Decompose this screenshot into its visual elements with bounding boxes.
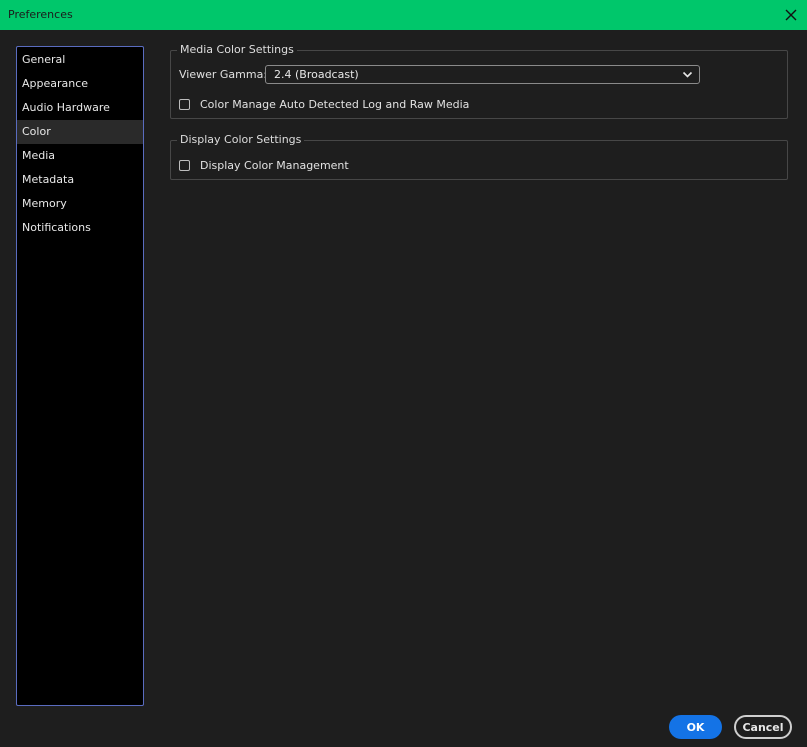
viewer-gamma-value: 2.4 (Broadcast): [274, 68, 359, 81]
viewer-gamma-dropdown[interactable]: 2.4 (Broadcast): [265, 65, 700, 84]
sidebar-item-notifications[interactable]: Notifications: [17, 216, 143, 240]
display-color-management-checkbox[interactable]: [179, 160, 190, 171]
display-color-management-label: Display Color Management: [200, 159, 349, 172]
sidebar-item-appearance[interactable]: Appearance: [17, 72, 143, 96]
sidebar-item-color[interactable]: Color: [17, 120, 143, 144]
window-title: Preferences: [8, 8, 73, 21]
media-color-settings-legend: Media Color Settings: [177, 43, 297, 57]
auto-log-raw-checkbox[interactable]: [179, 99, 190, 110]
title-bar: Preferences: [0, 0, 807, 30]
preferences-dialog: Preferences General Appearance Audio Har…: [0, 0, 807, 747]
sidebar-item-audio-hardware[interactable]: Audio Hardware: [17, 96, 143, 120]
preferences-sidebar: General Appearance Audio Hardware Color …: [16, 46, 144, 706]
sidebar-item-memory[interactable]: Memory: [17, 192, 143, 216]
auto-log-raw-label: Color Manage Auto Detected Log and Raw M…: [200, 98, 470, 111]
close-icon: [785, 9, 797, 21]
display-color-management-option[interactable]: Display Color Management: [179, 159, 349, 172]
sidebar-item-metadata[interactable]: Metadata: [17, 168, 143, 192]
cancel-button[interactable]: Cancel: [734, 715, 792, 739]
chevron-down-icon: [682, 71, 693, 78]
viewer-gamma-label: Viewer Gamma:: [179, 68, 268, 81]
auto-log-raw-option[interactable]: Color Manage Auto Detected Log and Raw M…: [179, 98, 469, 111]
display-color-settings-legend: Display Color Settings: [177, 133, 305, 147]
media-color-settings-group: Media Color Settings Viewer Gamma: 2.4 (…: [170, 43, 788, 119]
sidebar-item-media[interactable]: Media: [17, 144, 143, 168]
sidebar-item-general[interactable]: General: [17, 48, 143, 72]
display-color-settings-group: Display Color Settings Display Color Man…: [170, 133, 788, 180]
close-button[interactable]: [781, 5, 801, 25]
ok-button[interactable]: OK: [669, 715, 722, 739]
